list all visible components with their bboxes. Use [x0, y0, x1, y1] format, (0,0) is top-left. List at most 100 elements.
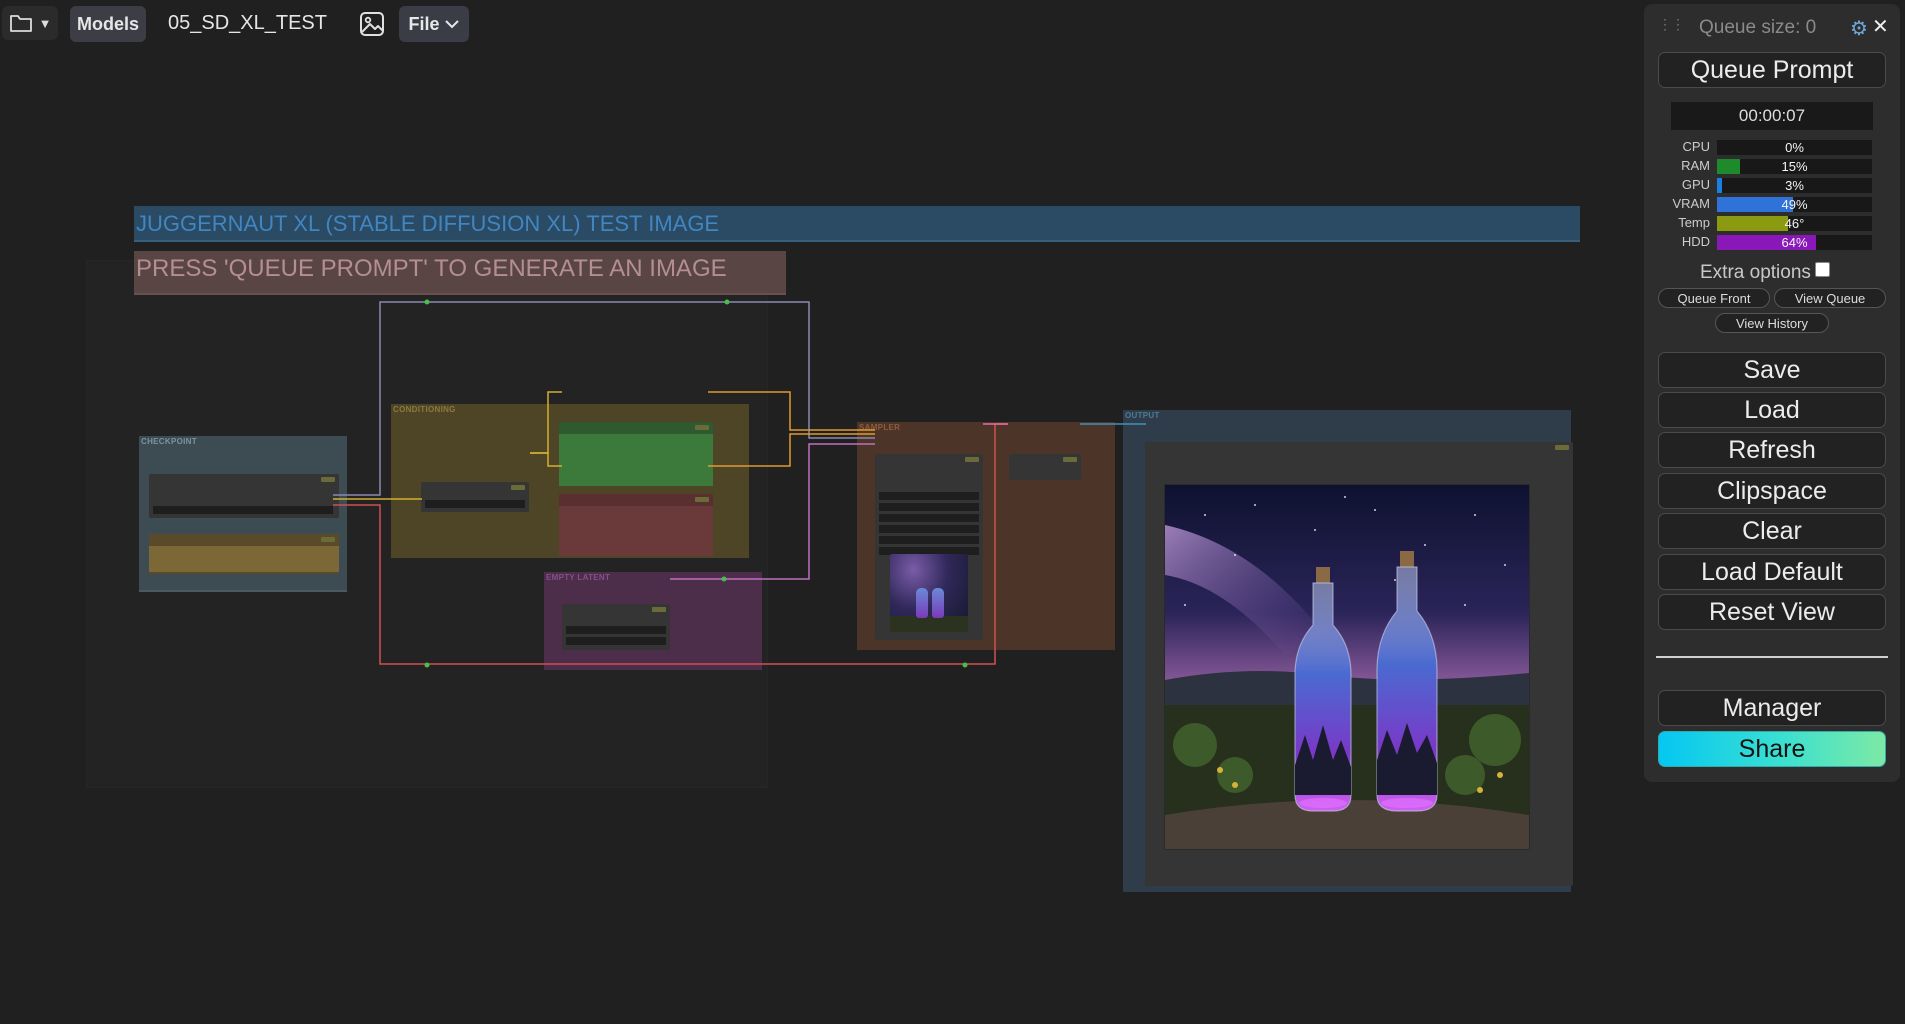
monitor-value: 46°	[1784, 216, 1805, 231]
drag-handle-icon[interactable]: ⋮⋮	[1658, 16, 1685, 33]
folder-icon	[9, 15, 32, 32]
node-badge	[965, 457, 979, 462]
output-image[interactable]	[1164, 484, 1530, 850]
positive-prompt-node[interactable]	[559, 422, 713, 486]
monitor-value: 3%	[1785, 178, 1804, 193]
empty-latent-node[interactable]	[562, 604, 670, 650]
note-title[interactable]: JUGGERNAUT XL (STABLE DIFFUSION XL) TEST…	[134, 206, 1580, 242]
queue-size-label: Queue size: 0	[1699, 17, 1817, 38]
group-conditioning[interactable]: CONDITIONING	[391, 404, 749, 558]
node-field[interactable]	[425, 500, 525, 508]
share-button[interactable]: Share	[1658, 731, 1886, 767]
monitor-value: 0%	[1785, 140, 1804, 155]
reset-view-button[interactable]: Reset View	[1658, 594, 1886, 630]
monitor-gpu: GPU 3%	[1662, 176, 1892, 193]
group-checkpoint[interactable]: CHECKPOINT	[139, 436, 347, 592]
image-icon[interactable]	[358, 10, 386, 38]
monitor-temp: Temp 46°	[1662, 214, 1892, 231]
panel-divider	[1656, 656, 1888, 658]
note-instruction[interactable]: PRESS 'QUEUE PROMPT' TO GENERATE AN IMAG…	[134, 251, 786, 295]
monitor-value: 49%	[1781, 197, 1808, 212]
refresh-button[interactable]: Refresh	[1658, 432, 1886, 468]
view-history-button[interactable]: View History	[1715, 313, 1829, 333]
manager-button[interactable]: Manager	[1658, 690, 1886, 726]
preview-bottle	[916, 588, 928, 618]
negative-prompt-field[interactable]	[559, 506, 713, 556]
node-badge	[321, 477, 335, 482]
file-menu-label: File	[408, 13, 440, 34]
node-field[interactable]	[566, 637, 666, 645]
group-label: SAMPLER	[859, 423, 901, 432]
elapsed-timer: 00:00:07	[1671, 102, 1873, 130]
workflow-folder-button[interactable]: ▼	[2, 6, 58, 40]
node-badge	[695, 497, 709, 502]
sampler-preview-image	[890, 554, 968, 632]
node-canvas[interactable]: JUGGERNAUT XL (STABLE DIFFUSION XL) TEST…	[0, 46, 1640, 1024]
group-label: CHECKPOINT	[141, 437, 197, 446]
group-empty-latent[interactable]: EMPTY LATENT	[544, 572, 762, 670]
view-queue-button[interactable]: View Queue	[1774, 288, 1886, 308]
top-toolbar: ▼ Models 05_SD_XL_TEST File	[0, 0, 1640, 46]
monitor-label: HDD	[1681, 234, 1710, 249]
monitor-vram: VRAM 49%	[1662, 195, 1892, 212]
node-field[interactable]	[566, 626, 666, 634]
monitor-value: 15%	[1781, 159, 1808, 174]
node-field[interactable]	[149, 546, 339, 572]
positive-prompt-field[interactable]	[559, 434, 713, 486]
monitor-label: CPU	[1682, 139, 1710, 154]
vae-node[interactable]	[149, 534, 339, 574]
negative-prompt-node[interactable]	[559, 494, 713, 556]
monitor-label: GPU	[1681, 177, 1710, 192]
node-badge	[695, 425, 709, 430]
node-badge	[321, 537, 335, 542]
close-icon[interactable]: ✕	[1872, 14, 1889, 39]
monitor-bar: 0%	[1717, 140, 1872, 155]
monitor-cpu: CPU 0%	[1662, 138, 1892, 155]
workflow-title: 05_SD_XL_TEST	[168, 12, 327, 34]
file-menu-button[interactable]: File	[399, 6, 469, 42]
load-default-button[interactable]: Load Default	[1658, 554, 1886, 590]
monitor-bar: 64%	[1717, 235, 1872, 250]
node-badge	[511, 485, 525, 490]
monitor-bar: 3%	[1717, 178, 1872, 193]
clipspace-button[interactable]: Clipspace	[1658, 473, 1886, 509]
node-badge	[1063, 457, 1077, 462]
queue-front-button[interactable]: Queue Front	[1658, 288, 1770, 308]
preview-ground	[890, 616, 968, 632]
node-field[interactable]	[879, 492, 979, 500]
queue-prompt-button[interactable]: Queue Prompt	[1658, 52, 1886, 88]
chevron-down-icon	[444, 20, 459, 29]
extra-options-label: Extra options	[1700, 262, 1811, 283]
node-field[interactable]	[879, 525, 979, 533]
group-label: CONDITIONING	[393, 405, 456, 414]
vae-decode-node[interactable]	[1009, 454, 1081, 480]
clear-button[interactable]: Clear	[1658, 513, 1886, 549]
clip-node[interactable]	[421, 482, 529, 512]
node-field[interactable]	[879, 536, 979, 544]
node-badge	[652, 607, 666, 612]
monitor-bar: 15%	[1717, 159, 1872, 174]
comfy-menu-panel: ⋮⋮ Queue size: 0 ⚙ ✕ Queue Prompt 00:00:…	[1644, 4, 1900, 782]
caret-down-icon: ▼	[38, 15, 52, 31]
node-badge	[1555, 445, 1569, 450]
monitor-ram: RAM 15%	[1662, 157, 1892, 174]
checkpoint-loader-node[interactable]	[149, 474, 339, 518]
monitor-label: RAM	[1681, 158, 1710, 173]
node-field[interactable]	[879, 503, 979, 511]
monitor-value: 64%	[1781, 235, 1808, 250]
monitor-bar: 46°	[1717, 216, 1872, 231]
monitor-label: Temp	[1678, 215, 1710, 230]
extra-options-checkbox[interactable]	[1814, 261, 1830, 277]
save-button[interactable]: Save	[1658, 352, 1886, 388]
monitor-bar: 49%	[1717, 197, 1872, 212]
group-label: EMPTY LATENT	[546, 573, 611, 582]
models-button[interactable]: Models	[70, 6, 146, 42]
extra-options-toggle[interactable]: Extra options	[1700, 261, 1830, 284]
preview-bottle	[932, 588, 944, 618]
load-button[interactable]: Load	[1658, 392, 1886, 428]
monitor-label: VRAM	[1672, 196, 1710, 211]
group-label: OUTPUT	[1125, 411, 1160, 420]
gear-icon[interactable]: ⚙	[1850, 16, 1868, 41]
node-field[interactable]	[153, 506, 333, 514]
node-field[interactable]	[879, 514, 979, 522]
